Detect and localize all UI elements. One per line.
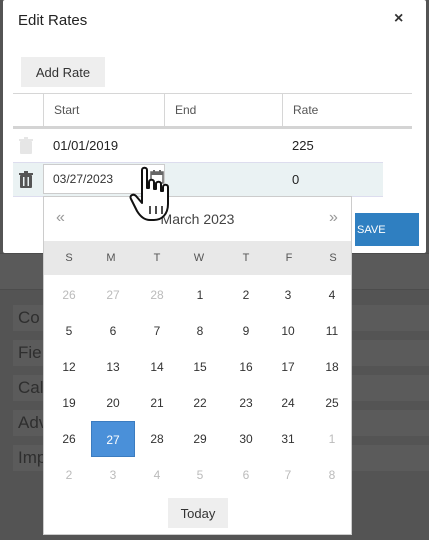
close-icon[interactable]: × xyxy=(394,10,403,28)
calendar-day[interactable]: 20 xyxy=(91,385,135,421)
grid-header: Start End Rate xyxy=(13,93,412,129)
weekday-label: M xyxy=(106,252,116,264)
today-button[interactable]: Today xyxy=(168,498,228,528)
calendar-day[interactable]: 31 xyxy=(266,421,310,457)
calendar-day[interactable]: 4 xyxy=(135,457,179,493)
calendar-day[interactable]: 3 xyxy=(91,457,135,493)
add-rate-button[interactable]: Add Rate xyxy=(21,57,105,87)
calendar-day[interactable]: 2 xyxy=(47,457,91,493)
grid-header-spacer xyxy=(13,94,43,126)
start-date-cell[interactable]: 01/01/2019 xyxy=(53,129,118,162)
column-header-end[interactable]: End xyxy=(164,94,282,126)
calendar-day[interactable]: 1 xyxy=(178,277,222,313)
calendar-day[interactable]: 16 xyxy=(224,349,268,385)
weekday-label: F xyxy=(285,252,293,264)
calendar-day[interactable]: 26 xyxy=(47,421,91,457)
hand-cursor-icon xyxy=(129,166,169,221)
calendar-day[interactable]: 14 xyxy=(135,349,179,385)
save-button[interactable]: SAVE xyxy=(355,213,419,246)
calendar-day[interactable]: 5 xyxy=(178,457,222,493)
rate-cell[interactable]: 0 xyxy=(292,163,299,196)
weekday-header: S M T W T F S xyxy=(44,241,351,275)
calendar-day[interactable]: 10 xyxy=(266,313,310,349)
calendar-day[interactable]: 29 xyxy=(178,421,222,457)
calendar-day[interactable]: 6 xyxy=(91,313,135,349)
calendar-day[interactable]: 27 xyxy=(91,277,135,313)
rate-cell[interactable]: 225 xyxy=(292,129,314,162)
calendar-day[interactable]: 19 xyxy=(47,385,91,421)
table-row: 01/01/2019 225 xyxy=(13,129,383,162)
calendar-day[interactable]: 15 xyxy=(178,349,222,385)
calendar-day[interactable]: 7 xyxy=(266,457,310,493)
calendar-day[interactable]: 6 xyxy=(224,457,268,493)
column-header-start[interactable]: Start xyxy=(43,94,164,126)
month-title[interactable]: March 2023 xyxy=(44,211,351,227)
calendar-day[interactable]: 11 xyxy=(310,313,354,349)
calendar-day[interactable]: 23 xyxy=(224,385,268,421)
calendar-day[interactable]: 17 xyxy=(266,349,310,385)
weekday-label: S xyxy=(65,252,73,264)
calendar-day[interactable]: 7 xyxy=(135,313,179,349)
calendar-day[interactable]: 12 xyxy=(47,349,91,385)
weekday-label: W xyxy=(193,252,205,264)
calendar-day[interactable]: 30 xyxy=(224,421,268,457)
calendar-day[interactable]: 2 xyxy=(224,277,268,313)
next-month-icon[interactable]: » xyxy=(329,209,338,227)
datepicker-popup: « March 2023 » S M T W T F S 26 27 28 1 2 3 4 5… xyxy=(43,196,352,535)
calendar-day[interactable]: 13 xyxy=(91,349,135,385)
trash-icon[interactable] xyxy=(18,171,34,189)
rates-grid: Start End Rate 01/01/2019 225 03/27/2023 xyxy=(13,93,412,197)
modal-title: Edit Rates xyxy=(18,12,88,29)
calendar-day[interactable]: 22 xyxy=(178,385,222,421)
calendar-day[interactable]: 24 xyxy=(266,385,310,421)
weekday-label: S xyxy=(329,252,337,264)
calendar-day[interactable]: 9 xyxy=(224,313,268,349)
trash-icon[interactable] xyxy=(18,137,34,155)
selected-day[interactable]: 27 xyxy=(91,421,135,457)
calendar-day[interactable]: 28 xyxy=(135,277,179,313)
calendar-day[interactable]: 3 xyxy=(266,277,310,313)
calendar-day[interactable]: 21 xyxy=(135,385,179,421)
table-row: 03/27/2023 0 xyxy=(13,162,383,197)
calendar-day[interactable]: 25 xyxy=(310,385,354,421)
calendar-day[interactable]: 8 xyxy=(310,457,354,493)
weekday-label: T xyxy=(153,252,161,264)
column-header-rate[interactable]: Rate xyxy=(282,94,412,126)
weekday-label: T xyxy=(242,252,250,264)
calendar-day[interactable]: 5 xyxy=(47,313,91,349)
calendar-day[interactable]: 28 xyxy=(135,421,179,457)
calendar-day[interactable]: 8 xyxy=(178,313,222,349)
calendar-day[interactable]: 18 xyxy=(310,349,354,385)
calendar-day[interactable]: 1 xyxy=(310,421,354,457)
calendar-day[interactable]: 4 xyxy=(310,277,354,313)
datepicker-header: « March 2023 » xyxy=(44,197,351,241)
calendar-day[interactable]: 26 xyxy=(47,277,91,313)
